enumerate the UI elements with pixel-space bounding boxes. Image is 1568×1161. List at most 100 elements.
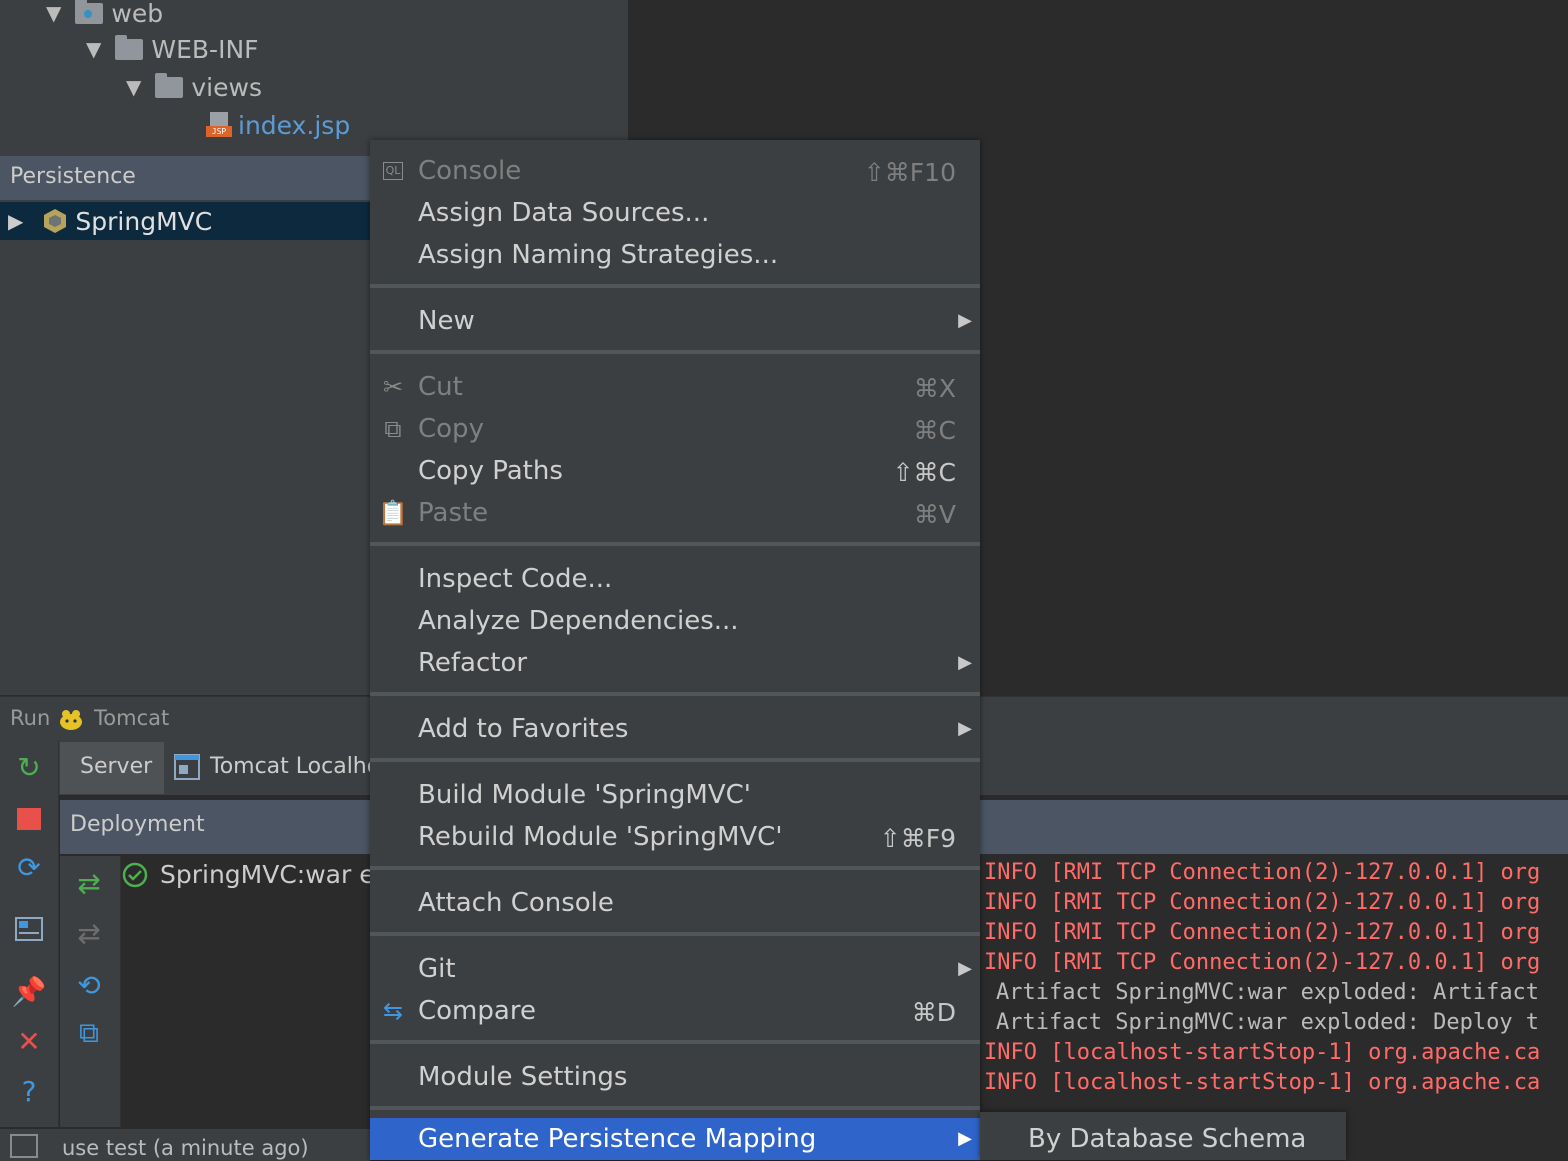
menu-item-add-to-favorites[interactable]: Add to Favorites ▶ bbox=[370, 708, 980, 750]
log-line: INFO [RMI TCP Connection(2)-127.0.0.1] o… bbox=[984, 920, 1541, 945]
menu-separator bbox=[370, 866, 980, 870]
menu-item-label: Inspect Code... bbox=[418, 564, 613, 594]
menu-item-label: Rebuild Module 'SpringMVC' bbox=[418, 822, 783, 852]
tree-item-label: web bbox=[111, 0, 164, 28]
scissors-icon: ✂ bbox=[382, 373, 404, 401]
tree-item-label: index.jsp bbox=[238, 110, 351, 140]
menu-item-git[interactable]: Git ▶ bbox=[370, 948, 980, 990]
menu-item-analyze-dependencies[interactable]: Analyze Dependencies... bbox=[370, 600, 980, 642]
submenu-item-by-database-schema[interactable]: By Database Schema bbox=[1028, 1124, 1306, 1154]
menu-item-shortcut: ⌘X bbox=[913, 374, 956, 403]
menu-item-shortcut: ⇧⌘C bbox=[892, 458, 956, 487]
expand-triangle-icon[interactable]: ▼ bbox=[46, 1, 61, 25]
menu-item-label: Cut bbox=[418, 372, 463, 402]
tree-item-web[interactable]: ▼ web bbox=[46, 0, 163, 32]
menu-item-label: Console bbox=[418, 156, 522, 186]
menu-item-shortcut: ⌘V bbox=[913, 500, 956, 529]
deploy-all-icon[interactable]: ⇄ bbox=[74, 867, 104, 900]
persistence-item-springmvc[interactable]: ▶ SpringMVC bbox=[0, 202, 370, 240]
persistence-unit-icon bbox=[41, 207, 69, 235]
persistence-item-label: SpringMVC bbox=[75, 206, 213, 236]
tree-item-index-jsp[interactable]: JSP index.jsp bbox=[206, 106, 350, 144]
ql-console-icon: QL bbox=[378, 156, 408, 186]
menu-item-refactor[interactable]: Refactor ▶ bbox=[370, 642, 980, 684]
deployment-item[interactable]: SpringMVC:war e bbox=[122, 860, 375, 889]
layout-icon[interactable] bbox=[14, 914, 44, 944]
menu-item-label: Add to Favorites bbox=[418, 714, 629, 744]
menu-separator bbox=[370, 932, 980, 936]
deployment-list bbox=[121, 856, 370, 1127]
menu-item-console[interactable]: QL Console ⇧⌘F10 bbox=[370, 150, 980, 192]
menu-item-module-settings[interactable]: Module Settings bbox=[370, 1056, 980, 1098]
menu-item-label: New bbox=[418, 306, 475, 336]
update-icon[interactable]: ⟳ bbox=[14, 851, 44, 884]
folder-icon bbox=[155, 72, 184, 98]
tree-item-label: WEB-INF bbox=[151, 34, 259, 64]
menu-item-label: Copy Paths bbox=[418, 456, 563, 486]
menu-item-label: Attach Console bbox=[418, 888, 614, 918]
menu-separator bbox=[370, 284, 980, 288]
menu-item-label: Git bbox=[418, 954, 456, 984]
web-folder-icon bbox=[75, 0, 104, 24]
menu-item-label: Analyze Dependencies... bbox=[418, 606, 739, 636]
tree-item-web-inf[interactable]: ▼ WEB-INF bbox=[86, 30, 259, 68]
menu-item-label: Generate Persistence Mapping bbox=[418, 1124, 817, 1154]
expand-triangle-icon[interactable]: ▼ bbox=[86, 37, 101, 61]
menu-item-compare[interactable]: ⇆ Compare ⌘D bbox=[370, 990, 980, 1032]
menu-separator bbox=[370, 692, 980, 696]
menu-item-assign-data-sources[interactable]: Assign Data Sources... bbox=[370, 192, 980, 234]
expand-triangle-icon[interactable]: ▼ bbox=[126, 75, 141, 99]
submenu-arrow-icon: ▶ bbox=[958, 310, 972, 331]
submenu-arrow-icon: ▶ bbox=[958, 718, 972, 739]
menu-separator bbox=[370, 1040, 980, 1044]
menu-item-label: Copy bbox=[418, 414, 484, 444]
menu-item-new[interactable]: New ▶ bbox=[370, 300, 980, 342]
log-line: Artifact SpringMVC:war exploded: Deploy … bbox=[996, 1010, 1540, 1035]
stop-icon[interactable] bbox=[14, 804, 44, 834]
tree-item-label: views bbox=[191, 72, 262, 102]
menu-item-copy[interactable]: ⧉ Copy ⌘C bbox=[370, 408, 980, 450]
menu-item-cut[interactable]: ✂ Cut ⌘X bbox=[370, 366, 980, 408]
log-tab-icon bbox=[172, 752, 202, 782]
pin-icon[interactable]: 📌 bbox=[12, 975, 47, 1008]
menu-separator bbox=[370, 542, 980, 546]
redeploy-icon[interactable]: ⟲ bbox=[74, 969, 104, 1002]
menu-item-label: Paste bbox=[418, 498, 489, 528]
menu-item-rebuild-module[interactable]: Rebuild Module 'SpringMVC' ⇧⌘F9 bbox=[370, 816, 980, 858]
log-line: Artifact SpringMVC:war exploded: Artifac… bbox=[996, 980, 1540, 1005]
menu-item-shortcut: ⌘C bbox=[913, 416, 956, 445]
menu-separator bbox=[370, 1106, 980, 1110]
deployment-item-label: SpringMVC:war e bbox=[160, 860, 375, 889]
submenu-arrow-icon: ▶ bbox=[958, 958, 972, 979]
menu-separator bbox=[370, 350, 980, 354]
rerun-icon[interactable]: ↻ bbox=[14, 751, 44, 784]
log-line: INFO [localhost-startStop-1] org.apache.… bbox=[984, 1040, 1541, 1065]
menu-item-build-module[interactable]: Build Module 'SpringMVC' bbox=[370, 774, 980, 816]
close-icon[interactable]: ✕ bbox=[14, 1025, 44, 1058]
tree-item-views[interactable]: ▼ views bbox=[126, 68, 262, 106]
menu-item-generate-persistence-mapping[interactable]: Generate Persistence Mapping ▶ bbox=[370, 1118, 980, 1160]
expand-triangle-icon[interactable]: ▶ bbox=[8, 209, 23, 233]
tab-tomcat-localhost-log[interactable]: Tomcat Localho bbox=[210, 754, 380, 779]
menu-item-inspect-code[interactable]: Inspect Code... bbox=[370, 558, 980, 600]
submenu-arrow-icon: ▶ bbox=[958, 1128, 972, 1149]
menu-item-shortcut: ⇧⌘F9 bbox=[879, 824, 956, 853]
log-output[interactable]: INFO [RMI TCP Connection(2)-127.0.0.1] o… bbox=[980, 856, 1568, 1111]
menu-item-shortcut: ⌘D bbox=[911, 998, 956, 1027]
menu-item-assign-naming-strategies[interactable]: Assign Naming Strategies... bbox=[370, 234, 980, 276]
menu-item-label: Module Settings bbox=[418, 1062, 628, 1092]
undeploy-icon[interactable]: ⇄ bbox=[74, 917, 104, 950]
artifact-icon[interactable]: ⧉ bbox=[74, 1016, 104, 1049]
copy-icon: ⧉ bbox=[384, 415, 402, 443]
menu-item-copy-paths[interactable]: Copy Paths ⇧⌘C bbox=[370, 450, 980, 492]
tool-window-toggle-icon[interactable] bbox=[10, 1134, 38, 1158]
folder-icon bbox=[115, 34, 144, 60]
run-label: Run bbox=[10, 706, 51, 730]
log-line: INFO [RMI TCP Connection(2)-127.0.0.1] o… bbox=[984, 860, 1541, 885]
log-line: INFO [RMI TCP Connection(2)-127.0.0.1] o… bbox=[984, 950, 1541, 975]
compare-arrows-icon: ⇆ bbox=[382, 997, 404, 1025]
run-config-name[interactable]: Tomcat bbox=[94, 706, 169, 730]
help-icon[interactable]: ? bbox=[14, 1075, 44, 1108]
menu-item-attach-console[interactable]: Attach Console bbox=[370, 882, 980, 924]
menu-item-paste[interactable]: 📋 Paste ⌘V bbox=[370, 492, 980, 534]
